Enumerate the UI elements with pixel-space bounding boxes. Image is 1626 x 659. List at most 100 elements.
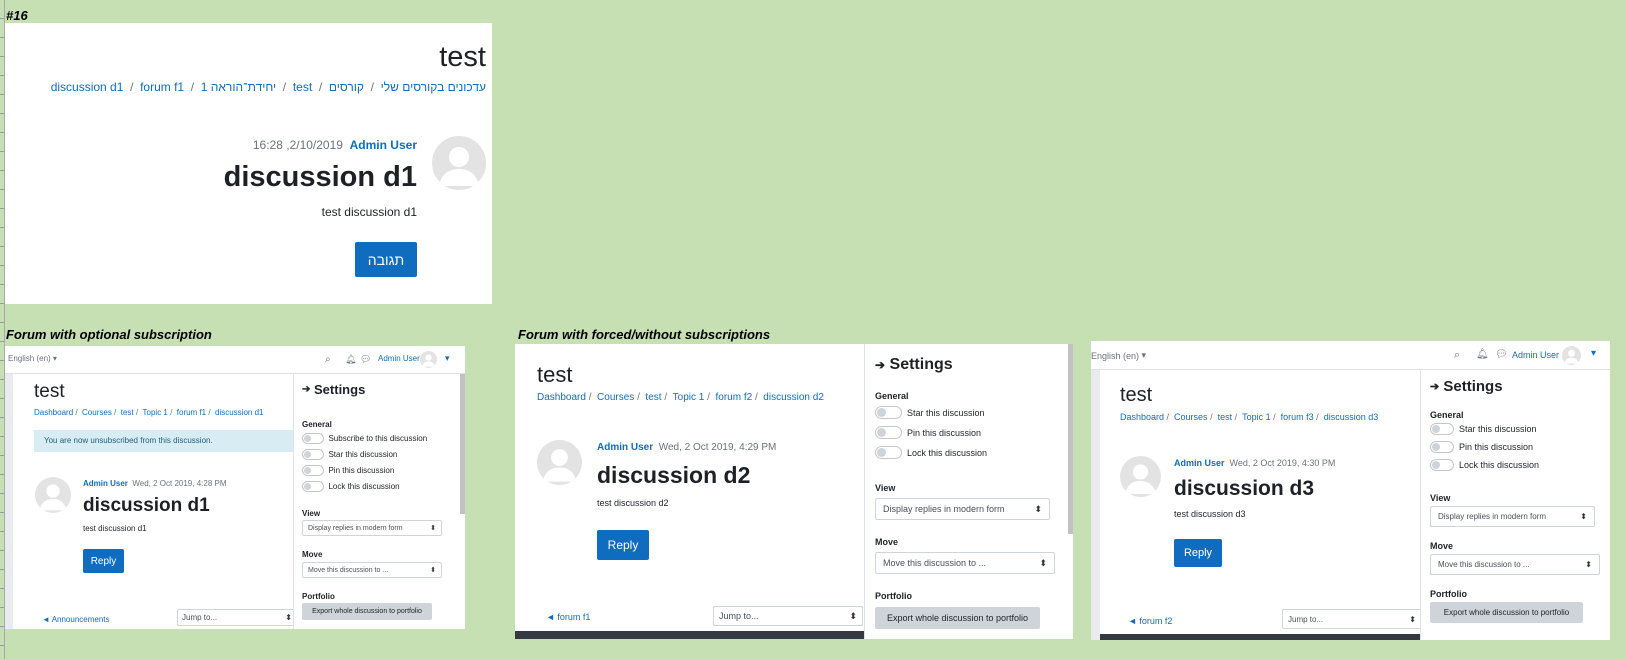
chat-icon[interactable]: 💬︎ — [360, 354, 371, 365]
pin-toggle-row[interactable]: Pin this discussion — [1430, 441, 1533, 453]
star-toggle-row[interactable]: Star this discussion — [1430, 423, 1537, 435]
lock-toggle-row[interactable]: Lock this discussion — [302, 481, 400, 492]
toggle-switch[interactable] — [875, 426, 902, 439]
user-menu[interactable]: Admin User — [1512, 350, 1559, 360]
toggle-label: Lock this discussion — [328, 482, 400, 491]
arrow-right-icon[interactable]: ➔ — [875, 358, 885, 372]
star-toggle-row[interactable]: Star this discussion — [302, 449, 397, 460]
toggle-switch[interactable] — [302, 433, 324, 444]
user-avatar-icon[interactable] — [1562, 346, 1581, 365]
user-menu[interactable]: Admin User — [378, 354, 420, 363]
toggle-switch[interactable] — [1430, 459, 1454, 471]
breadcrumb-item[interactable]: יחידת־הוראה 1 — [201, 80, 276, 94]
breadcrumb-item[interactable]: forum f1 — [140, 80, 184, 94]
breadcrumb-item[interactable]: Courses — [82, 408, 112, 417]
select-arrow-icon: ⬍ — [1039, 557, 1047, 568]
export-portfolio-button[interactable]: Export whole discussion to portfolio — [875, 607, 1040, 629]
toggle-switch[interactable] — [1430, 423, 1454, 435]
right-scrollbar[interactable] — [1068, 344, 1073, 534]
breadcrumb-item[interactable]: קורסים — [329, 80, 364, 94]
breadcrumb-item[interactable]: עדכונים בקורסים שלי — [381, 80, 486, 94]
lock-toggle-row[interactable]: Lock this discussion — [1430, 459, 1539, 471]
select-arrow-icon: ⬍ — [849, 610, 857, 621]
toggle-switch[interactable] — [1430, 441, 1454, 453]
star-toggle-row[interactable]: Star this discussion — [875, 406, 985, 419]
user-menu-caret-icon[interactable]: ▾ — [1591, 348, 1596, 359]
reply-button[interactable]: Reply — [83, 549, 124, 573]
view-select[interactable]: Display replies in modern form ⬍ — [302, 520, 442, 536]
arrow-right-icon[interactable]: ➔ — [1430, 380, 1439, 393]
toggle-switch[interactable] — [875, 406, 902, 419]
toggle-switch[interactable] — [302, 481, 324, 492]
right-scrollbar[interactable] — [460, 374, 465, 514]
settings-drawer: ➔ Settings General Subscribe to this dis… — [293, 374, 465, 629]
bell-icon[interactable]: 🔔︎ — [1476, 349, 1489, 360]
author-link[interactable]: Admin User — [597, 442, 653, 453]
left-scrollbar[interactable] — [1091, 370, 1100, 640]
view-select[interactable]: Display replies in modern form ⬍ — [1430, 506, 1595, 527]
breadcrumb-item[interactable]: forum f1 — [177, 408, 206, 417]
move-select[interactable]: Move this discussion to ... ⬍ — [302, 562, 442, 578]
post-date: Wed, 2 Oct 2019, 4:29 PM — [658, 442, 777, 453]
post-message: test discussion d1 — [321, 205, 417, 219]
lock-toggle-row[interactable]: Lock this discussion — [875, 446, 987, 459]
breadcrumb-item[interactable]: test — [121, 408, 134, 417]
breadcrumb-item[interactable]: Dashboard — [1120, 412, 1164, 422]
jump-to-select[interactable]: Jump to... ⬍ — [1282, 609, 1422, 629]
pin-toggle-row[interactable]: Pin this discussion — [302, 465, 394, 476]
jump-to-select[interactable]: Jump to... ⬍ — [177, 609, 297, 626]
breadcrumb-item[interactable]: discussion d1 — [215, 408, 263, 417]
export-portfolio-button[interactable]: Export whole discussion to portfolio — [1430, 602, 1583, 623]
breadcrumb-item[interactable]: Topic 1 — [1242, 412, 1271, 422]
breadcrumb-item[interactable]: test — [1218, 412, 1233, 422]
user-avatar-icon[interactable] — [420, 351, 437, 368]
arrow-right-icon[interactable]: ➔ — [302, 384, 310, 395]
reply-button[interactable]: Reply — [1174, 539, 1222, 567]
language-menu[interactable]: English (en) ▾ — [1091, 350, 1146, 361]
breadcrumb-item[interactable]: discussion d3 — [1324, 412, 1379, 422]
author-link[interactable]: Admin User — [83, 479, 128, 488]
bell-icon[interactable]: 🔔︎ — [345, 354, 356, 365]
breadcrumb-item[interactable]: test — [645, 392, 661, 403]
search-icon[interactable]: ⌕ — [325, 354, 331, 365]
toggle-switch[interactable] — [302, 465, 324, 476]
language-menu[interactable]: English (en) ▾ — [8, 354, 57, 363]
portfolio-label: Portfolio — [875, 591, 912, 601]
previous-discussion-link[interactable]: ◄ forum f1 — [546, 612, 590, 622]
breadcrumb-item[interactable]: Courses — [597, 392, 634, 403]
toggle-switch[interactable] — [302, 449, 324, 460]
previous-discussion-link[interactable]: ◄ Announcements — [42, 615, 110, 624]
view-select[interactable]: Display replies in modern form ⬍ — [875, 498, 1050, 520]
breadcrumb-item[interactable]: Topic 1 — [143, 408, 168, 417]
author-link[interactable]: Admin User — [350, 138, 417, 152]
breadcrumb-item[interactable]: test — [293, 80, 312, 94]
avatar — [432, 136, 486, 190]
breadcrumb-item[interactable]: forum f3 — [1281, 412, 1314, 422]
breadcrumb-item[interactable]: Dashboard — [34, 408, 73, 417]
jump-to-select[interactable]: Jump to... ⬍ — [713, 606, 863, 626]
left-scrollbar[interactable] — [5, 374, 13, 629]
pin-toggle-row[interactable]: Pin this discussion — [875, 426, 981, 439]
reply-button[interactable]: תגובה — [355, 242, 417, 277]
export-portfolio-button[interactable]: Export whole discussion to portfolio — [302, 603, 432, 620]
breadcrumb-item[interactable]: Topic 1 — [673, 392, 705, 403]
chat-icon[interactable]: 💬︎ — [1495, 349, 1508, 360]
breadcrumb-item[interactable]: discussion d1 — [51, 80, 124, 94]
reply-button[interactable]: Reply — [597, 530, 649, 560]
toggle-switch[interactable] — [875, 446, 902, 459]
author-link[interactable]: Admin User — [1174, 458, 1225, 468]
breadcrumb-item[interactable]: Dashboard — [537, 392, 586, 403]
breadcrumb-item[interactable]: Courses — [1174, 412, 1208, 422]
previous-discussion-link[interactable]: ◄ forum f2 — [1128, 616, 1172, 626]
breadcrumb-item[interactable]: forum f2 — [715, 392, 752, 403]
view-select-value: Display replies in modern form — [308, 524, 403, 532]
move-select[interactable]: Move this discussion to ... ⬍ — [1430, 554, 1600, 575]
breadcrumb: Dashboard / Courses / test / Topic 1 / f… — [537, 392, 824, 403]
search-icon[interactable]: ⌕ — [1454, 349, 1460, 362]
move-select[interactable]: Move this discussion to ... ⬍ — [875, 552, 1055, 574]
move-label: Move — [1430, 541, 1454, 551]
avatar — [35, 477, 71, 513]
subscribe-toggle-row[interactable]: Subscribe to this discussion — [302, 433, 427, 444]
breadcrumb-item[interactable]: discussion d2 — [763, 392, 824, 403]
user-menu-caret-icon[interactable]: ▾ — [445, 353, 450, 364]
